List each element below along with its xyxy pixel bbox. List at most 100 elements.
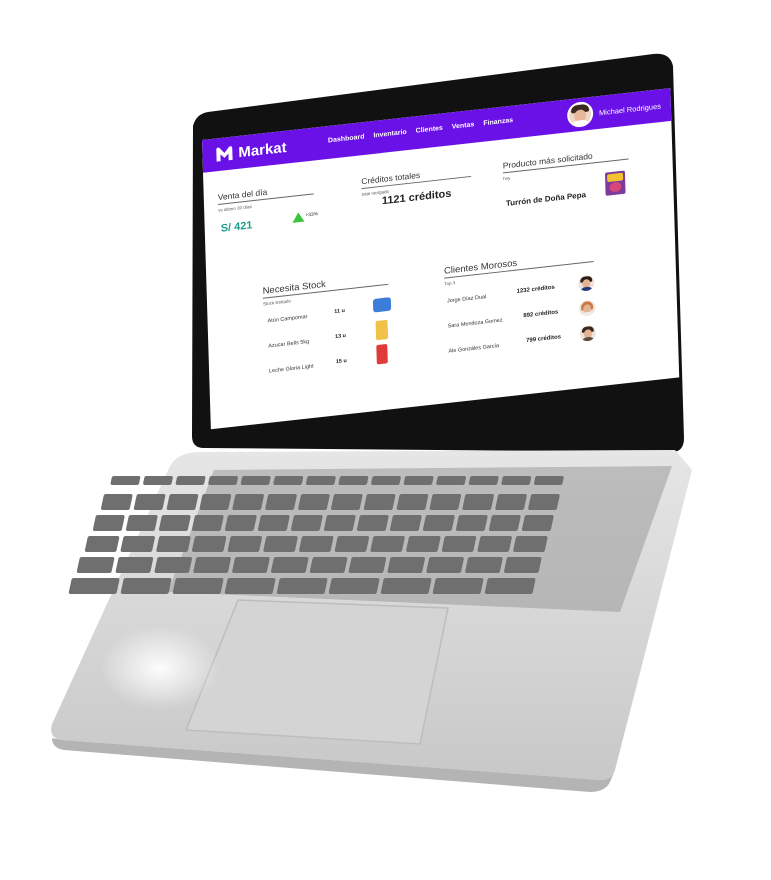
- keyboard-key: [328, 578, 380, 594]
- keyboard-key: [191, 515, 224, 531]
- keyboard-key: [338, 476, 369, 485]
- product-thumb-azucar: [375, 319, 389, 341]
- keyboard-key: [468, 476, 499, 485]
- keyboard-key: [199, 494, 232, 510]
- keyboard-key: [528, 494, 560, 510]
- trend-up-icon: [292, 211, 305, 223]
- product-thumb-leche: [376, 343, 388, 365]
- stock-item-name: Atún Campomar: [267, 314, 308, 325]
- keyboard-key: [143, 476, 173, 485]
- keyboard-key: [504, 557, 542, 573]
- venta-dia-change: +33%: [305, 211, 319, 219]
- keyboard-key: [172, 578, 224, 594]
- moroso-credits: 1232 créditos: [516, 284, 555, 295]
- keyboard-key: [240, 476, 271, 485]
- keyboard-key: [193, 557, 231, 573]
- keyboard-key: [224, 578, 276, 594]
- keyboard-key: [232, 557, 270, 573]
- keyboard-key: [76, 557, 115, 573]
- keyboard-key: [363, 494, 396, 510]
- moroso-avatar: [578, 274, 595, 292]
- stock-item-qty: 13 u: [334, 333, 347, 341]
- keyboard-key: [115, 557, 154, 573]
- keyboard-key: [334, 536, 370, 552]
- moroso-name: Ale Gonzáles García: [448, 343, 500, 355]
- keyboard-key: [68, 578, 120, 594]
- keyboard-key: [521, 515, 554, 531]
- keyboard-key: [273, 476, 304, 485]
- venta-dia-subtitle: vs último 30 días: [218, 204, 252, 213]
- keyboard-key: [224, 515, 257, 531]
- keyboard-key: [84, 536, 120, 552]
- nav-inventario[interactable]: Inventario: [373, 129, 407, 139]
- keyboard-key: [120, 578, 172, 594]
- keyboard-key: [426, 557, 464, 573]
- keyboard-key: [429, 494, 462, 510]
- keyboard-key: [125, 515, 158, 531]
- stock-item-name: Leche Gloria Light: [269, 363, 314, 375]
- keyboard-key: [513, 536, 548, 552]
- keyboard-key: [484, 578, 536, 594]
- keyboard-key: [533, 476, 564, 485]
- keyboard-key: [298, 494, 330, 510]
- nav-dashboard[interactable]: Dashboard: [328, 134, 365, 145]
- moroso-avatar: [579, 324, 597, 342]
- user-menu[interactable]: Michael Rodrigues: [566, 93, 662, 129]
- keyboard-key: [396, 494, 429, 510]
- keyboard-key: [276, 578, 328, 594]
- stock-subtitle: Stock limitado: [262, 298, 292, 307]
- producto-image: [604, 170, 626, 196]
- keyboard-key: [208, 476, 238, 485]
- brand-name: Markat: [238, 138, 287, 161]
- keyboard-key: [299, 536, 334, 552]
- brand-logo[interactable]: Markat: [214, 138, 287, 163]
- keyboard-key: [436, 476, 466, 485]
- keyboard-key: [175, 476, 206, 485]
- keyboard-key: [441, 536, 477, 552]
- keyboard-key: [495, 494, 527, 510]
- product-thumb-atun: [372, 297, 392, 313]
- keyboard-key: [263, 536, 298, 552]
- keyboard-key: [309, 557, 348, 573]
- keyboard-key: [389, 515, 422, 531]
- keyboard-key: [227, 536, 263, 552]
- keyboard-key: [371, 476, 401, 485]
- markat-logo-icon: [216, 146, 233, 162]
- keyboard-key: [403, 476, 434, 485]
- nav-finanzas[interactable]: Finanzas: [483, 117, 513, 127]
- keyboard-key: [455, 515, 488, 531]
- moroso-credits: 799 créditos: [526, 334, 562, 345]
- producto-subtitle: hoy: [503, 175, 511, 182]
- creditos-value: 1121 créditos: [381, 187, 452, 208]
- keyboard-key: [465, 557, 503, 573]
- user-name: Michael Rodrigues: [598, 101, 662, 117]
- keyboard-key: [501, 476, 532, 485]
- keyboard-key: [271, 557, 309, 573]
- keyboard-key: [257, 515, 290, 531]
- venta-dia-value: S/ 421: [220, 219, 253, 235]
- keyboard-key: [265, 494, 297, 510]
- keyboard-key: [356, 515, 389, 531]
- stock-item-name: Azucar Bells 5kg: [268, 339, 310, 350]
- keyboard-key: [120, 536, 155, 552]
- dashboard-screen: Markat Dashboard Inventario Clientes Ven…: [202, 88, 680, 430]
- creditos-title: Créditos totales: [361, 170, 421, 187]
- keyboard-key: [380, 578, 432, 594]
- keyboard-key: [323, 515, 356, 531]
- keyboard-key: [422, 515, 455, 531]
- keyboard-key: [477, 536, 512, 552]
- keyboard-key: [101, 494, 133, 510]
- keyboard-key: [348, 557, 387, 573]
- keyboard-key: [154, 557, 192, 573]
- keyboard-key: [191, 536, 227, 552]
- nav-clientes[interactable]: Clientes: [416, 125, 443, 135]
- keyboard-key: [92, 515, 125, 531]
- nav-ventas[interactable]: Ventas: [452, 121, 475, 130]
- user-avatar[interactable]: [566, 100, 594, 129]
- stock-item-qty: 15 u: [335, 358, 347, 366]
- stock-item-qty: 11 u: [334, 308, 346, 315]
- morosos-subtitle: Top 3: [444, 280, 456, 287]
- keyboard-key: [432, 578, 484, 594]
- keyboard-key: [158, 515, 191, 531]
- keyboard-key: [290, 515, 323, 531]
